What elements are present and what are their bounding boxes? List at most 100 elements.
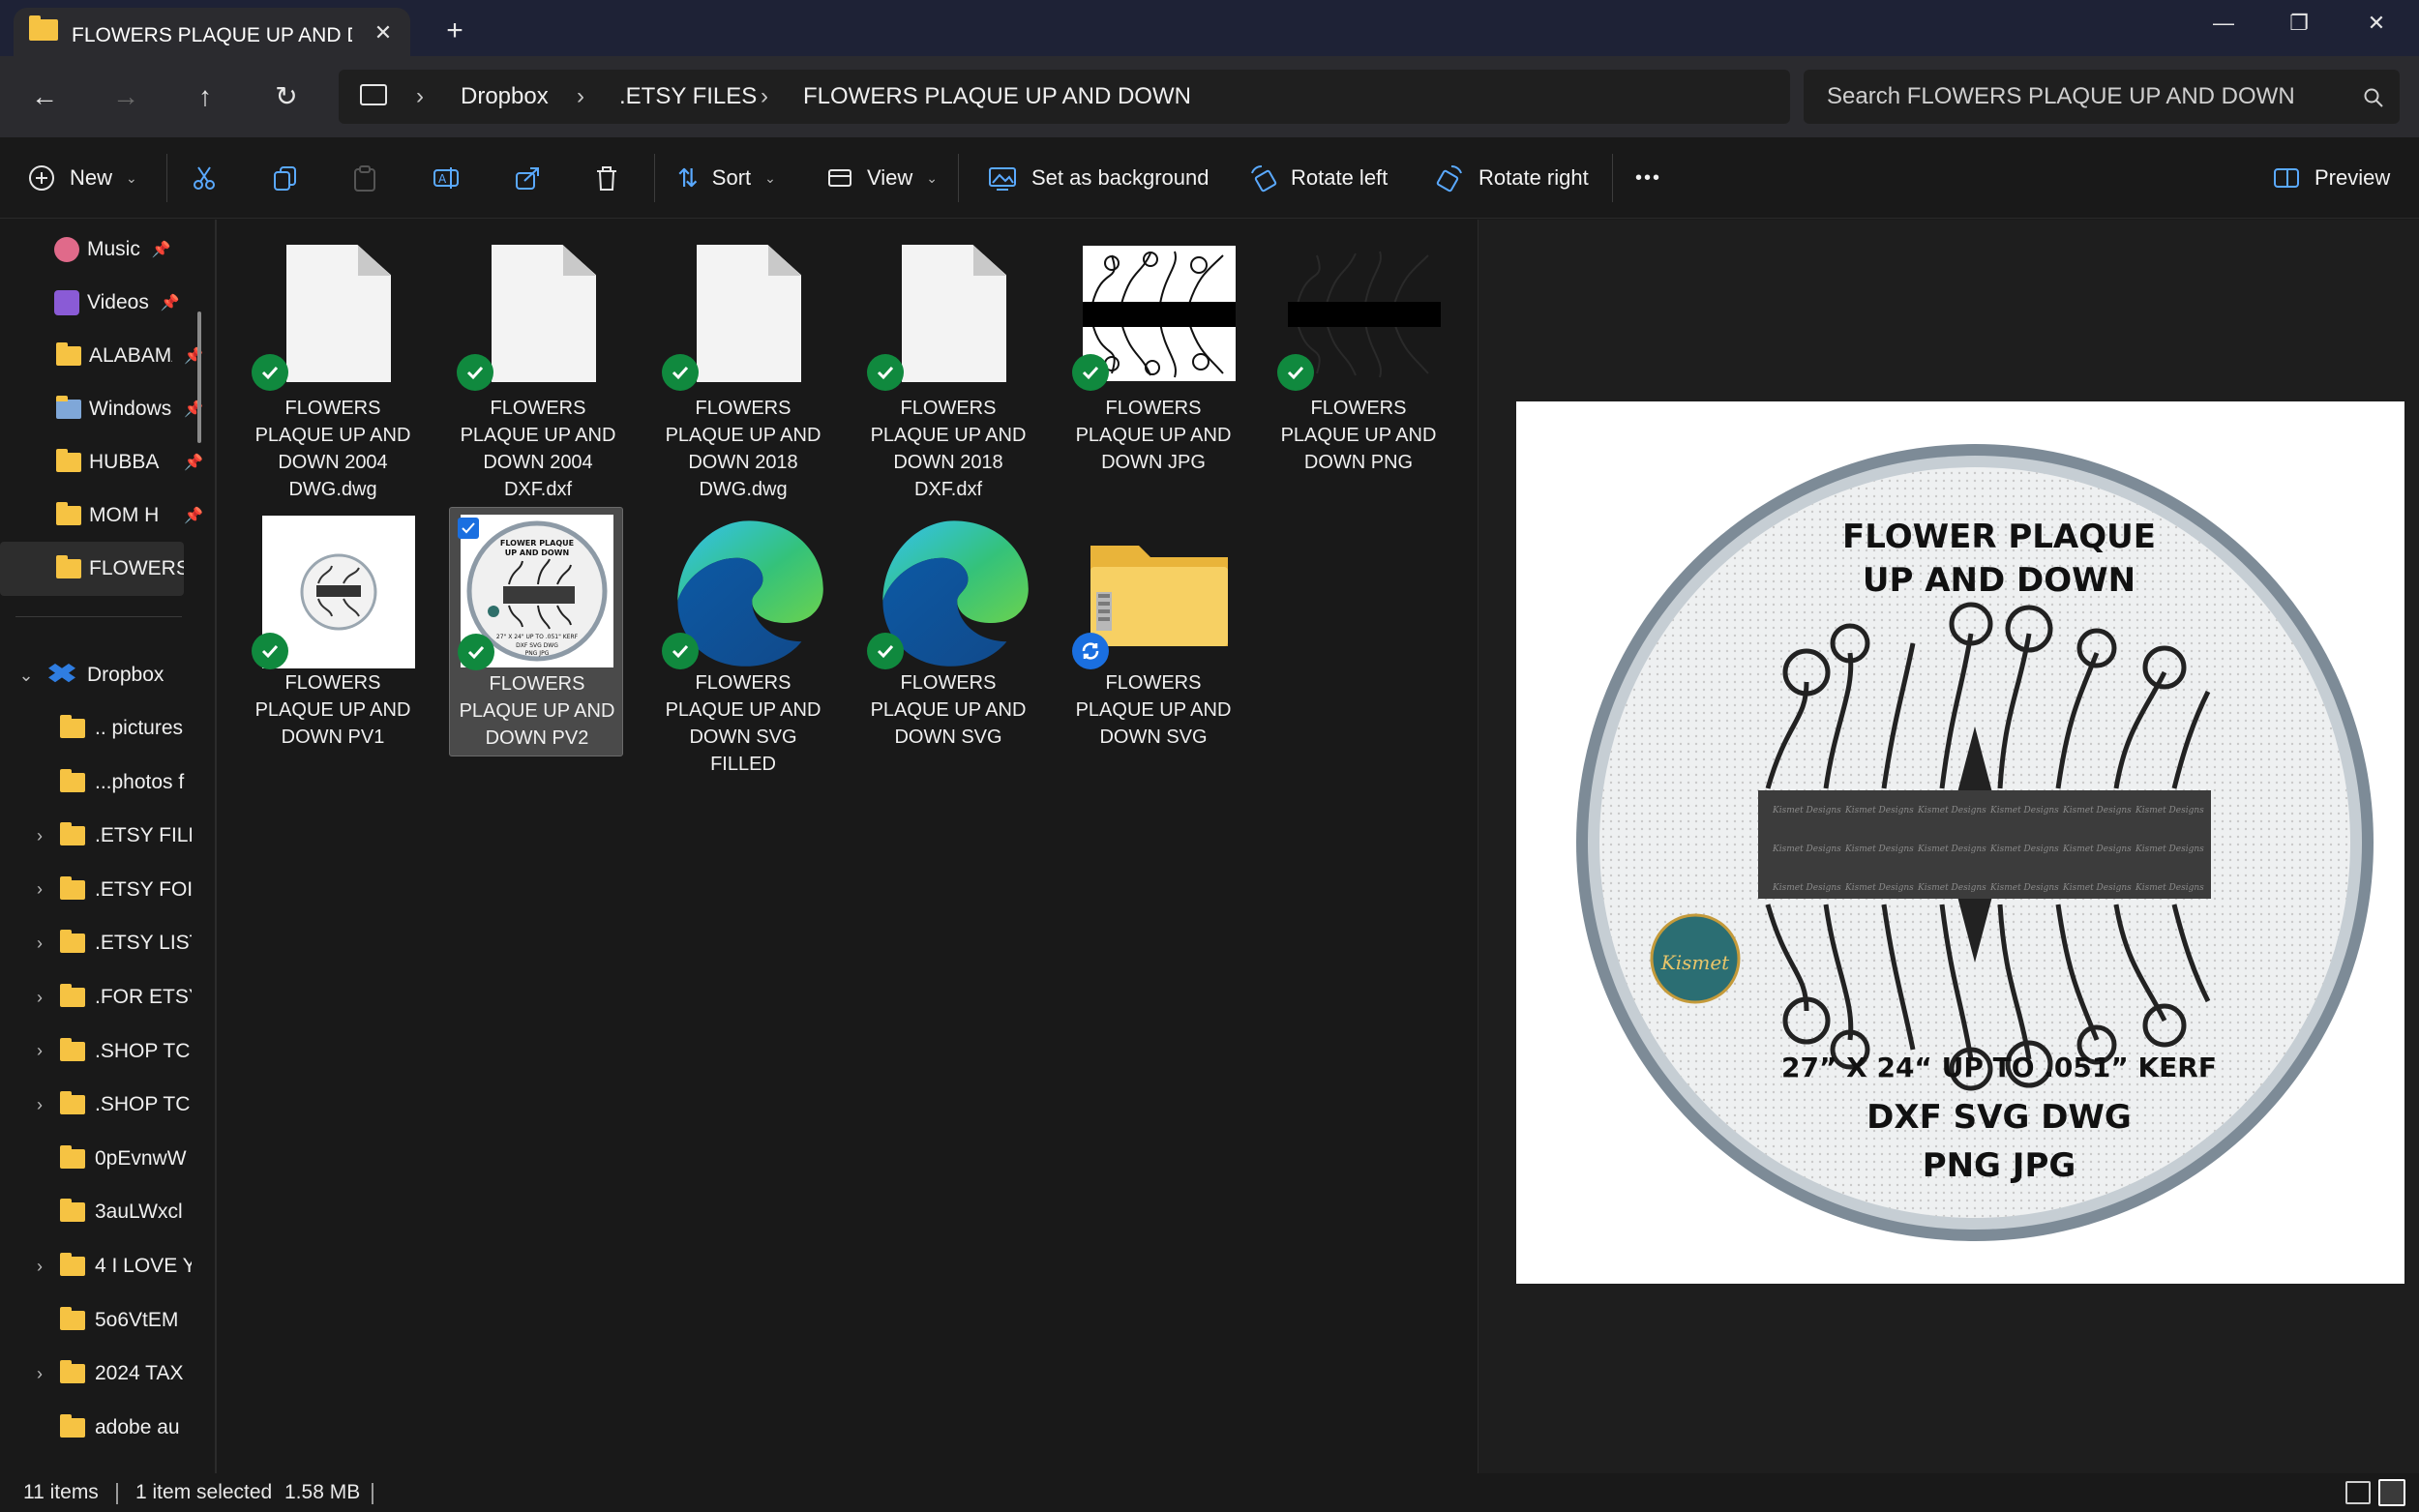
breadcrumb-dropbox[interactable]: Dropbox (461, 70, 549, 124)
refresh-button[interactable]: ↻ (259, 70, 314, 124)
svg-text:Kismet Designs: Kismet Designs (2135, 845, 2204, 854)
share-button[interactable] (513, 151, 542, 205)
sidebar-item-label: .SHOP TC (95, 1093, 191, 1116)
sidebar-tree-item[interactable]: › .ETSY FOI (0, 863, 203, 917)
folder-icon (60, 1413, 85, 1438)
close-window-button[interactable]: ✕ (2347, 4, 2405, 43)
breadcrumb-current-folder[interactable]: FLOWERS PLAQUE UP AND DOWN (803, 70, 1191, 124)
new-label: New (70, 165, 113, 190)
folder-icon (60, 930, 85, 954)
address-bar[interactable]: › Dropbox › .ETSY FILES › FLOWERS PLAQUE… (339, 70, 1790, 124)
copy-button[interactable] (271, 151, 300, 205)
videos-icon (54, 290, 79, 315)
file-item[interactable]: FLOWERS PLAQUE UP AND DOWN 2018 DWG.dwg (656, 232, 830, 503)
file-item[interactable]: FLOWERS PLAQUE UP AND DOWN 2018 DXF.dxf (861, 232, 1035, 503)
chevron-right-icon[interactable]: › (29, 1364, 50, 1384)
sidebar-item-hubba[interactable]: HUBBA 📌 (0, 435, 203, 489)
sidebar-tree-item[interactable]: ...photos f (0, 756, 203, 810)
file-item[interactable]: FLOWERS PLAQUE UP AND DOWN JPG (1066, 232, 1240, 484)
sidebar-tree-item[interactable]: › .SHOP TC (0, 1024, 203, 1079)
breadcrumb-etsy-files[interactable]: .ETSY FILES (619, 70, 757, 124)
file-item-selected[interactable]: FLOWER PLAQUE UP AND DOWN 27" X 24" UP T… (449, 507, 623, 756)
delete-button[interactable] (592, 151, 621, 205)
maximize-button[interactable]: ❐ (2270, 4, 2328, 43)
sidebar-tree-item[interactable]: 5o6VtEM (0, 1293, 203, 1348)
rotate-left-button[interactable]: Rotate left (1248, 151, 1388, 205)
sidebar-tree-item[interactable]: › .ETSY LIST (0, 916, 203, 970)
folder-icon (29, 15, 58, 41)
search-input[interactable]: Search FLOWERS PLAQUE UP AND DOWN (1827, 70, 2295, 124)
file-item[interactable]: FLOWERS PLAQUE UP AND DOWN SVG (1066, 511, 1240, 753)
chevron-down-icon: ⌄ (764, 169, 776, 186)
sidebar-divider (15, 616, 182, 617)
selection-checkbox[interactable] (458, 518, 479, 539)
sidebar-item-label: .ETSY FILE (95, 824, 192, 847)
file-item[interactable]: FLOWERS PLAQUE UP AND DOWN PV1 (246, 511, 420, 753)
chevron-right-icon[interactable]: › (29, 879, 50, 900)
sidebar-tree-item[interactable]: › .FOR ETSY (0, 970, 203, 1024)
forward-button[interactable]: → (99, 70, 153, 124)
svg-text:Kismet Designs: Kismet Designs (1772, 883, 1841, 893)
rename-button[interactable]: A (432, 151, 461, 205)
svg-text:UP AND DOWN: UP AND DOWN (505, 548, 569, 557)
sidebar-item-windows[interactable]: Windows 📌 (0, 382, 203, 436)
synced-check-icon (457, 354, 493, 391)
sidebar-scrollbar[interactable] (197, 311, 201, 443)
file-item[interactable]: FLOWERS PLAQUE UP AND DOWN PNG (1271, 232, 1446, 484)
chevron-right-icon[interactable]: › (29, 1041, 50, 1061)
sidebar-item-mom[interactable]: MOM H 📌 (0, 489, 203, 543)
minimize-button[interactable]: — (2195, 4, 2253, 43)
up-button[interactable]: ↑ (178, 70, 232, 124)
svg-text:Kismet Designs: Kismet Designs (2135, 883, 2204, 893)
new-button[interactable]: New ⌄ (27, 151, 137, 205)
tab-title: FLOWERS PLAQUE UP AND DOWN (72, 24, 352, 46)
chevron-right-icon[interactable]: › (29, 1257, 50, 1277)
sidebar-tree-item[interactable]: adobe au (0, 1401, 203, 1455)
synced-check-icon (1072, 354, 1109, 391)
view-button[interactable]: View ⌄ (826, 151, 938, 205)
sidebar-tree-item[interactable]: › .ETSY FILE (0, 809, 203, 863)
breadcrumb-separator: › (416, 83, 424, 109)
sidebar-item-label: .ETSY LIST (95, 932, 192, 955)
sidebar-tree-item[interactable]: 0pEvnwW (0, 1132, 203, 1186)
chevron-right-icon[interactable]: › (29, 826, 50, 846)
svg-text:Kismet Designs: Kismet Designs (1844, 883, 1914, 893)
chevron-right-icon[interactable]: › (29, 1095, 50, 1115)
sidebar-item-label: HUBBA (89, 451, 160, 473)
sidebar-item-dropbox[interactable]: ⌄ Dropbox (0, 648, 203, 702)
sidebar-tree-item[interactable]: › .SHOP TC (0, 1078, 203, 1132)
sidebar-tree-item[interactable]: › 2024 TAX (0, 1347, 203, 1401)
details-view-icon[interactable] (2345, 1481, 2371, 1504)
back-button[interactable]: ← (17, 70, 72, 124)
sidebar-item-music[interactable]: Music 📌 (0, 222, 203, 277)
sort-button[interactable]: ⇅ Sort ⌄ (677, 151, 776, 205)
large-icons-view-icon[interactable] (2378, 1479, 2405, 1506)
folder-icon (60, 1253, 85, 1276)
chevron-down-icon: ⌄ (926, 169, 939, 186)
cut-button[interactable] (190, 151, 219, 205)
new-tab-button[interactable]: + (426, 12, 484, 50)
close-tab-icon[interactable]: ✕ (364, 14, 403, 52)
file-item[interactable]: FLOWERS PLAQUE UP AND DOWN 2004 DWG.dwg (246, 232, 420, 503)
sidebar-item-videos[interactable]: Videos 📌 (0, 276, 203, 330)
preview-pane-button[interactable]: Preview (2272, 151, 2390, 205)
set-as-background-button[interactable]: Set as background (987, 151, 1209, 205)
chevron-right-icon[interactable]: › (29, 988, 50, 1008)
paste-button[interactable] (350, 151, 379, 205)
file-item[interactable]: FLOWERS PLAQUE UP AND DOWN SVG FILLED (656, 511, 830, 782)
sidebar-item-label: Videos (87, 291, 149, 313)
file-item[interactable]: FLOWERS PLAQUE UP AND DOWN SVG (861, 511, 1035, 753)
sidebar-item-alabama[interactable]: ALABAMA 📌 (0, 329, 203, 383)
chevron-right-icon[interactable]: › (29, 934, 50, 954)
more-options-button[interactable]: ••• (1635, 151, 1661, 205)
breadcrumb-separator: › (577, 83, 584, 109)
rotate-right-button[interactable]: Rotate right (1436, 151, 1589, 205)
sidebar-tree-item[interactable]: 3auLWxcl (0, 1185, 203, 1239)
window-tab[interactable]: FLOWERS PLAQUE UP AND DOWN ✕ (14, 8, 410, 58)
sidebar-item-flowers[interactable]: FLOWERS P (0, 542, 184, 596)
sidebar-tree-item[interactable]: › 4 I LOVE Y (0, 1239, 203, 1293)
search-box[interactable]: Search FLOWERS PLAQUE UP AND DOWN (1804, 70, 2400, 124)
file-item[interactable]: FLOWERS PLAQUE UP AND DOWN 2004 DXF.dxf (451, 232, 625, 503)
file-name: FLOWERS PLAQUE UP AND DOWN PV1 (254, 672, 411, 748)
sidebar-tree-item[interactable]: .. pictures (0, 701, 203, 756)
